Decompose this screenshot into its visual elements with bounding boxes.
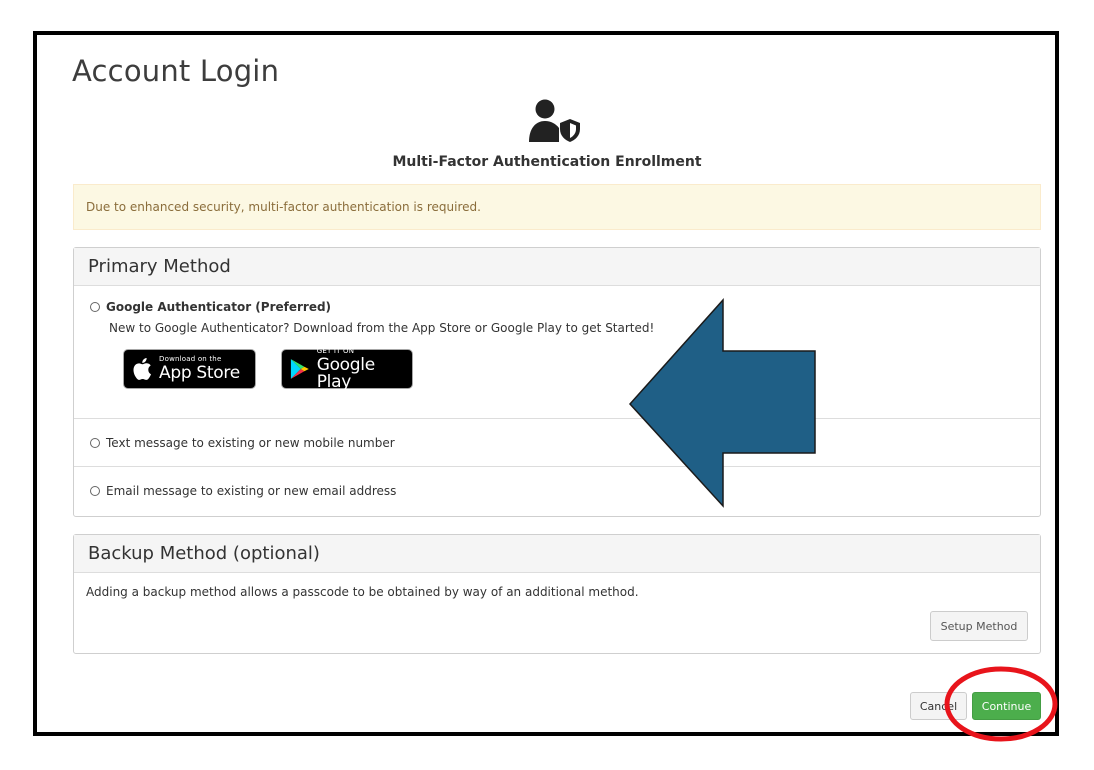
cancel-button[interactable]: Cancel	[910, 692, 967, 720]
google-authenticator-label: Google Authenticator (Preferred)	[106, 300, 332, 314]
user-shield-icon	[529, 99, 580, 142]
radio-google-authenticator[interactable]	[90, 302, 100, 312]
google-play-small-text: GET IT ON	[316, 346, 355, 355]
security-alert: Due to enhanced security, multi-factor a…	[73, 184, 1041, 230]
google-authenticator-description: New to Google Authenticator? Download fr…	[109, 321, 655, 335]
option-email-message[interactable]: Email message to existing or new email a…	[74, 467, 1040, 515]
alert-text: Due to enhanced security, multi-factor a…	[86, 200, 481, 214]
radio-text-message[interactable]	[90, 437, 100, 448]
app-store-badge[interactable]: Download on the App Store	[123, 349, 256, 389]
app-store-small-text: Download on the	[159, 355, 222, 363]
primary-method-panel: Primary Method Google Authenticator (Pre…	[73, 247, 1041, 517]
mfa-heading: Multi-Factor Authentication Enrollment	[392, 154, 702, 170]
app-store-big-text: App Store	[159, 363, 240, 383]
google-play-badge[interactable]: GET IT ON Google Play	[281, 346, 413, 392]
continue-button[interactable]: Continue	[972, 692, 1041, 720]
backup-method-panel: Backup Method (optional) Adding a backup…	[73, 534, 1041, 654]
setup-method-button[interactable]: Setup Method	[930, 611, 1028, 641]
text-message-label: Text message to existing or new mobile n…	[106, 435, 395, 450]
google-play-icon	[290, 359, 309, 379]
backup-method-body: Adding a backup method allows a passcode…	[74, 573, 1040, 653]
primary-method-heading: Primary Method	[74, 248, 1040, 286]
radio-email-message[interactable]	[90, 486, 100, 496]
option-text-message[interactable]: Text message to existing or new mobile n…	[74, 419, 1040, 467]
backup-method-description: Adding a backup method allows a passcode…	[86, 585, 639, 599]
backup-method-heading: Backup Method (optional)	[74, 535, 1040, 573]
option-google-authenticator[interactable]: Google Authenticator (Preferred) New to …	[74, 286, 1040, 419]
apple-icon	[133, 358, 151, 380]
email-message-label: Email message to existing or new email a…	[106, 484, 397, 498]
page-title: Account Login	[72, 54, 280, 88]
google-play-big-text: Google Play	[316, 354, 375, 392]
store-badges: Download on the App Store GET IT ON Goog…	[123, 346, 1024, 392]
